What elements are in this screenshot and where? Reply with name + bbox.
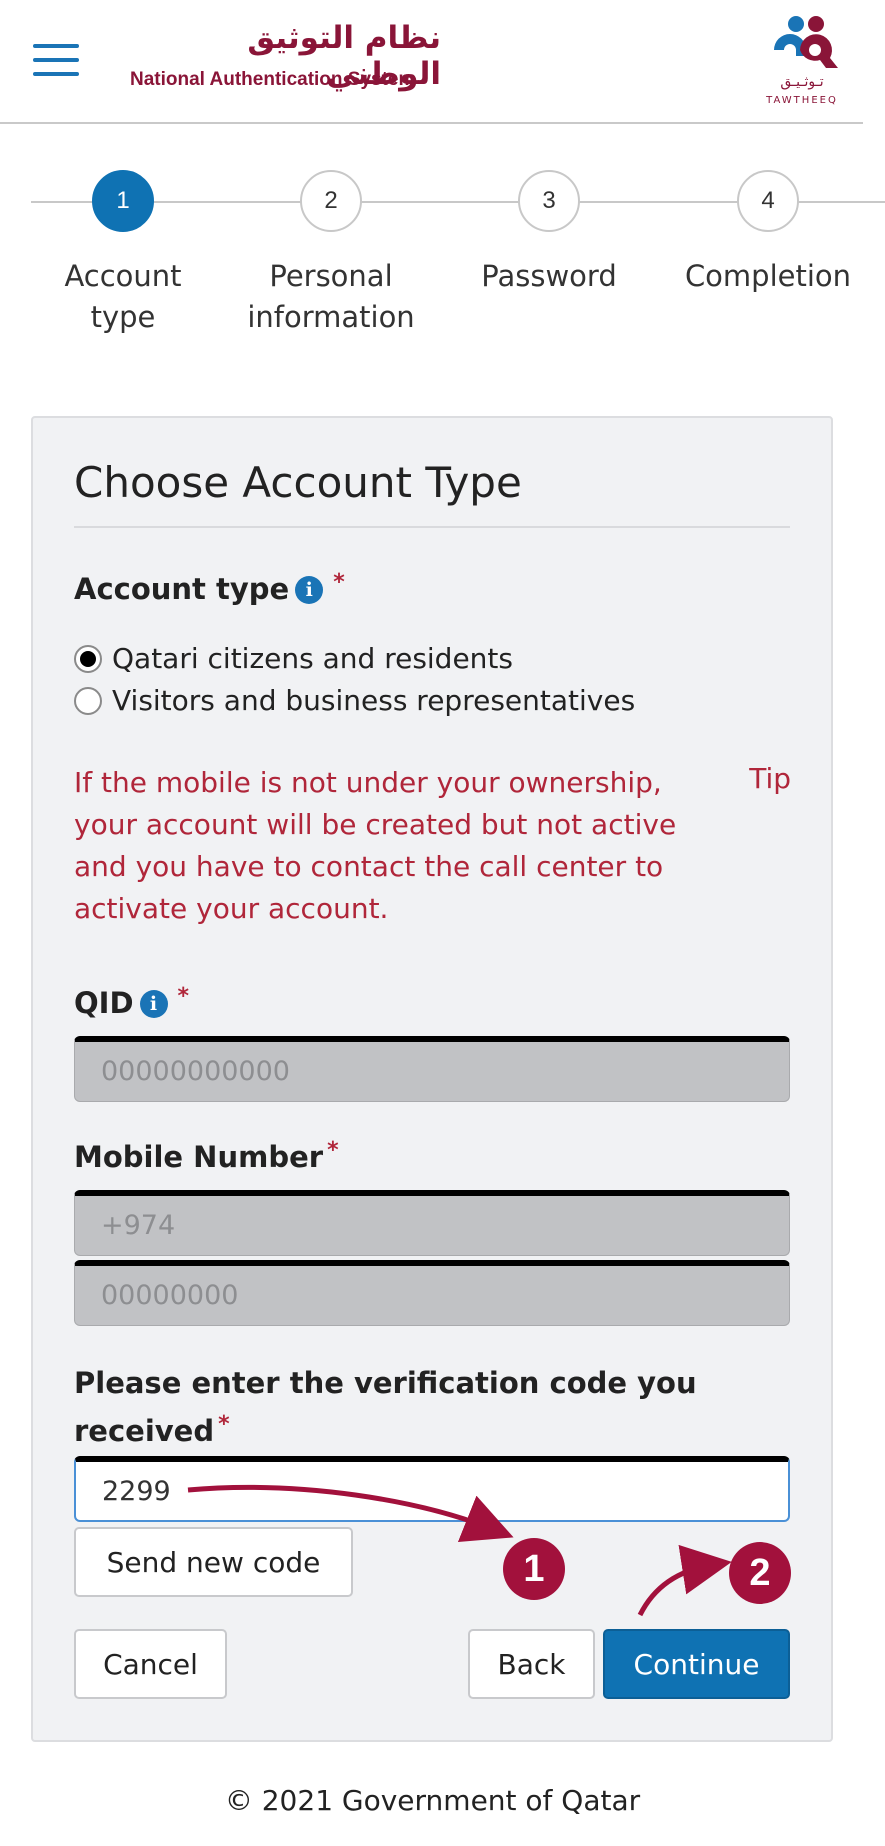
- logo-text-english: TAWTHEEQ: [766, 95, 838, 106]
- brand-title-english: National Authentication System: [130, 69, 416, 90]
- logo-mark-icon: [774, 16, 838, 68]
- logo-text-arabic: تـوثـيـق: [780, 74, 824, 90]
- country-code-input[interactable]: [74, 1190, 790, 1256]
- send-new-code-button[interactable]: Send new code: [74, 1527, 353, 1597]
- tip-link[interactable]: Tip: [749, 762, 791, 795]
- qid-input[interactable]: [74, 1036, 790, 1102]
- radio-option-citizens[interactable]: Qatari citizens and residents: [74, 642, 513, 675]
- verification-code-label: Please enter the verification code you r…: [74, 1366, 697, 1448]
- step-personal-information: 2 Personal information: [222, 170, 440, 338]
- radio-label: Qatari citizens and residents: [112, 642, 513, 675]
- radio-button-unchecked[interactable]: [74, 686, 102, 715]
- step-number: 4: [737, 170, 799, 232]
- cancel-button[interactable]: Cancel: [74, 1629, 227, 1699]
- step-label: Completion: [684, 259, 852, 293]
- radio-option-visitors[interactable]: Visitors and business representatives: [74, 684, 635, 717]
- step-completion: 4 Completion: [659, 170, 877, 297]
- required-mark: *: [218, 1412, 230, 1437]
- radio-button-checked[interactable]: [74, 644, 102, 673]
- info-icon[interactable]: i: [295, 576, 324, 604]
- required-mark: *: [333, 570, 345, 595]
- account-type-card: Choose Account Type Account type i * Qatar…: [31, 416, 833, 1742]
- step-label: Password: [481, 259, 617, 293]
- page-title: Choose Account Type: [74, 458, 522, 507]
- account-type-label: Account type i *: [74, 570, 345, 606]
- info-icon[interactable]: i: [139, 990, 168, 1018]
- verification-code-input[interactable]: [74, 1456, 790, 1522]
- menu-icon[interactable]: [33, 44, 79, 76]
- footer-copyright: © 2021 Government of Qatar: [224, 1784, 641, 1817]
- divider: [74, 526, 790, 528]
- step-password: 3 Password: [440, 170, 658, 297]
- step-account-type: 1 Account type: [14, 170, 232, 338]
- annotation-badge-2: 2: [729, 1542, 791, 1604]
- step-number: 3: [518, 170, 580, 232]
- annotation-badge-1: 1: [503, 1538, 565, 1600]
- required-mark: *: [327, 1138, 339, 1163]
- header: نظام التوثيق الوطني National Authenticat…: [0, 0, 863, 124]
- tawtheeq-logo[interactable]: تـوثـيـق TAWTHEEQ: [762, 12, 842, 110]
- step-label: Account type: [64, 259, 182, 334]
- continue-button[interactable]: Continue: [603, 1629, 790, 1699]
- mobile-number-input[interactable]: [74, 1260, 790, 1326]
- step-number: 1: [92, 170, 154, 232]
- back-button[interactable]: Back: [468, 1629, 595, 1699]
- step-label: Personal information: [247, 259, 415, 334]
- radio-label: Visitors and business representatives: [112, 684, 636, 717]
- ownership-warning: If the mobile is not under your ownershi…: [74, 766, 677, 925]
- qid-label: QID i *: [74, 984, 190, 1020]
- step-number: 2: [300, 170, 362, 232]
- mobile-number-label: Mobile Number *: [74, 1138, 339, 1174]
- required-mark: *: [177, 984, 190, 1009]
- progress-stepper: 1 Account type 2 Personal information 3 Pa…: [0, 150, 885, 350]
